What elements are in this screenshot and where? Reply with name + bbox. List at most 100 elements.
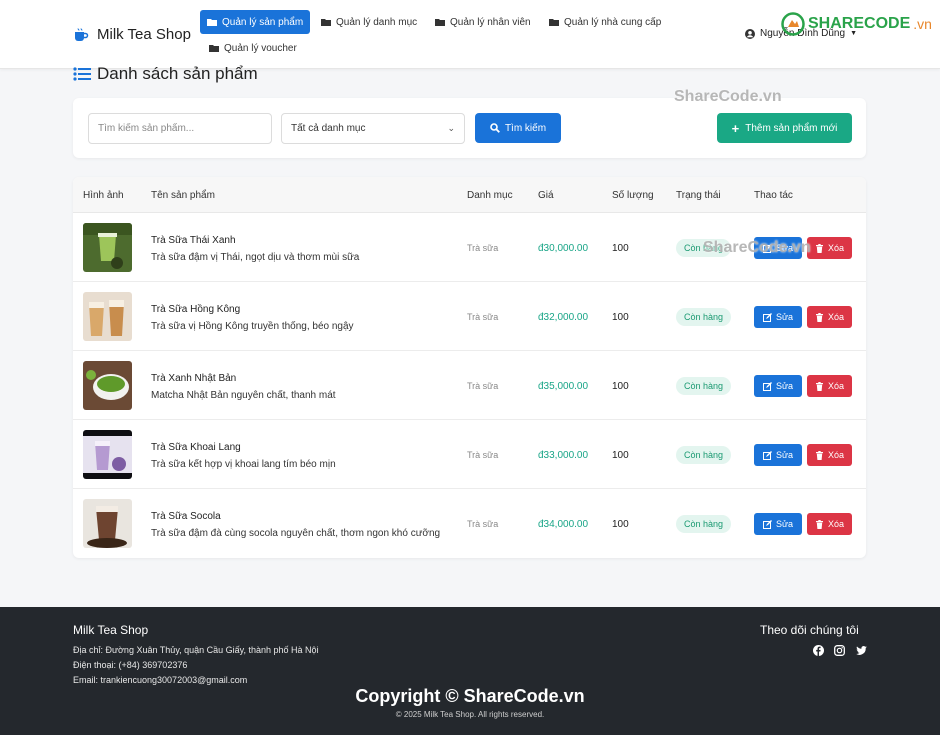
category-select-value: Tất cả danh mục (291, 123, 366, 134)
page-title: Danh sách sản phẩm (73, 64, 258, 84)
product-name: Trà Sữa Hồng Kông (151, 304, 241, 315)
table-row: Trà Sữa Khoai Lang Trà sữa kết hợp vị kh… (73, 420, 866, 489)
folder-icon (549, 19, 559, 26)
footer-address: Địa chỉ: Đường Xuân Thủy, quận Cầu Giấy,… (73, 645, 319, 655)
product-quantity: 100 (612, 243, 629, 254)
chevron-down-icon: ⌄ (447, 123, 455, 133)
nav-item-label: Quản lý danh mục (336, 16, 418, 28)
list-icon (73, 67, 91, 81)
sharecode-logo: SHARECODE .vn (781, 12, 932, 36)
folder-icon (207, 19, 217, 26)
trash-icon (815, 312, 823, 322)
product-category: Trà sữa (467, 450, 499, 460)
column-header-category: Danh mục (467, 190, 513, 201)
delete-button[interactable]: Xóa (807, 237, 852, 259)
table-row: Trà Xanh Nhật Bản Matcha Nhật Bản nguyên… (73, 351, 866, 420)
product-description: Matcha Nhật Bản nguyên chất, thanh mát (151, 390, 336, 401)
product-table: Hình ảnh Tên sản phẩm Danh mục Giá Số lư… (73, 177, 866, 558)
instagram-icon[interactable] (834, 645, 845, 656)
column-header-actions: Thao tác (754, 190, 793, 201)
product-price: đ35,000.00 (538, 381, 589, 392)
nav-item-vouchers[interactable]: Quản lý voucher (202, 36, 304, 60)
table-header: Hình ảnh Tên sản phẩm Danh mục Giá Số lư… (73, 177, 866, 213)
edit-icon (762, 519, 772, 529)
footer-rights: © 2025 Milk Tea Shop. All rights reserve… (395, 710, 545, 719)
product-name: Trà Sữa Khoai Lang (151, 442, 241, 453)
search-button[interactable]: Tìm kiếm (475, 113, 561, 143)
nav-item-categories[interactable]: Quản lý danh mục (314, 10, 424, 34)
product-price: đ32,000.00 (538, 312, 589, 323)
nav-item-label: Quản lý nhân viên (450, 16, 531, 28)
product-name: Trà Xanh Nhật Bản (151, 373, 237, 384)
add-product-button[interactable]: + Thêm sản phẩm mới (717, 113, 852, 143)
folder-icon (209, 45, 219, 52)
search-input[interactable] (88, 113, 272, 144)
product-quantity: 100 (612, 381, 629, 392)
product-category: Trà sữa (467, 312, 499, 322)
trash-icon (815, 243, 823, 253)
filter-card: Tất cả danh mục ⌄ Tìm kiếm + Thêm sản ph… (73, 98, 866, 158)
product-description: Trà sữa đậm đà cùng socola nguyên chất, … (151, 528, 441, 539)
search-icon (490, 123, 500, 133)
edit-button[interactable]: Sửa (754, 444, 802, 466)
twitter-icon[interactable] (856, 645, 867, 656)
footer-phone: Điện thoại: (+84) 369702376 (73, 660, 188, 670)
product-quantity: 100 (612, 312, 629, 323)
delete-button-label: Xóa (827, 519, 844, 529)
nav-item-suppliers[interactable]: Quản lý nhà cung cấp (542, 10, 668, 34)
plus-icon: + (731, 120, 740, 136)
trash-icon (815, 381, 823, 391)
delete-button-label: Xóa (827, 243, 844, 253)
sharecode-logo-icon (781, 12, 805, 36)
sharecode-logo-text: SHARECODE (808, 15, 911, 32)
nav-item-employees[interactable]: Quản lý nhân viên (428, 10, 538, 34)
edit-button-label: Sửa (775, 450, 794, 460)
edit-button[interactable]: Sửa (754, 375, 802, 397)
table-row: Trà Sữa Hồng Kông Trà sữa vị Hồng Kông t… (73, 282, 866, 351)
edit-button-label: Sửa (775, 519, 794, 529)
navbar: Milk Tea Shop Quản lý sản phẩm Quản lý d… (0, 0, 940, 69)
sharecode-logo-tld: .vn (913, 16, 932, 32)
column-header-name: Tên sản phẩm (151, 190, 215, 201)
product-description: Trà sữa kết hợp vị khoai lang tím béo mị… (151, 459, 336, 470)
column-header-image: Hình ảnh (83, 190, 124, 201)
delete-button[interactable]: Xóa (807, 444, 852, 466)
product-price: đ30,000.00 (538, 243, 589, 254)
edit-icon (762, 450, 772, 460)
status-badge: Còn hàng (676, 377, 732, 395)
delete-button-label: Xóa (827, 312, 844, 322)
product-price: đ34,000.00 (538, 519, 589, 530)
search-button-label: Tìm kiếm (504, 122, 547, 134)
user-circle-icon (745, 28, 755, 39)
column-header-price: Giá (538, 190, 554, 201)
delete-button[interactable]: Xóa (807, 306, 852, 328)
folder-icon (435, 19, 445, 26)
delete-button-label: Xóa (827, 381, 844, 391)
product-quantity: 100 (612, 450, 629, 461)
product-category: Trà sữa (467, 381, 499, 391)
status-badge: Còn hàng (676, 446, 732, 464)
nav-item-label: Quản lý nhà cung cấp (564, 16, 662, 28)
add-product-label: Thêm sản phẩm mới (745, 122, 838, 134)
product-price: đ33,000.00 (538, 450, 589, 461)
edit-button[interactable]: Sửa (754, 513, 802, 535)
brand[interactable]: Milk Tea Shop (73, 26, 191, 43)
brand-name: Milk Tea Shop (97, 26, 191, 43)
delete-button[interactable]: Xóa (807, 375, 852, 397)
footer-title: Milk Tea Shop (73, 623, 149, 637)
product-image-chocolate-milk-tea (83, 499, 132, 548)
folder-icon (321, 19, 331, 26)
page-title-text: Danh sách sản phẩm (97, 64, 258, 83)
watermark-text: ShareCode.vn (674, 88, 782, 105)
edit-button-label: Sửa (775, 381, 794, 391)
coffee-cup-icon (75, 27, 89, 41)
category-select[interactable]: Tất cả danh mục ⌄ (281, 113, 465, 144)
nav-item-products[interactable]: Quản lý sản phẩm (200, 10, 311, 34)
edit-button[interactable]: Sửa (754, 306, 802, 328)
facebook-icon[interactable] (813, 645, 824, 656)
delete-button-label: Xóa (827, 450, 844, 460)
status-badge: Còn hàng (676, 308, 732, 326)
product-image-green-thai-tea (83, 223, 132, 272)
footer: Milk Tea Shop Địa chỉ: Đường Xuân Thủy, … (0, 607, 940, 735)
delete-button[interactable]: Xóa (807, 513, 852, 535)
